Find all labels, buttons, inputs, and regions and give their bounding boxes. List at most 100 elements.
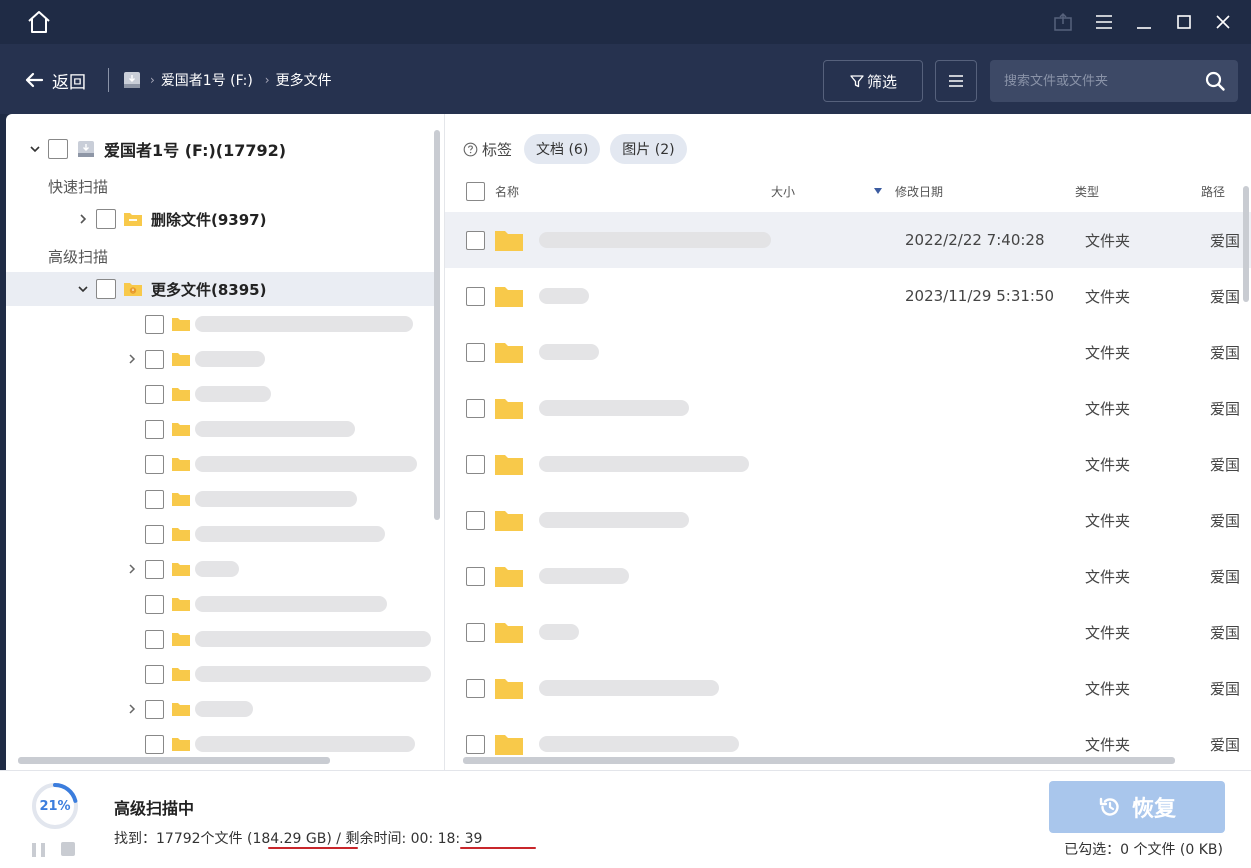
row-checkbox[interactable] (466, 454, 485, 474)
column-path[interactable]: 路径 (1201, 176, 1225, 206)
help-icon[interactable] (463, 142, 478, 157)
chevron-right-icon[interactable] (125, 352, 139, 366)
file-row[interactable]: 文件夹 爱国 (445, 324, 1251, 380)
tree-subfolder-row[interactable] (6, 412, 434, 446)
view-mode-button[interactable] (935, 60, 977, 102)
subfolder-checkbox[interactable] (145, 629, 164, 649)
file-row[interactable]: 2022/2/22 7:40:28 文件夹 爱国 (445, 212, 1251, 268)
tree-subfolder-row[interactable] (6, 307, 434, 341)
file-row[interactable]: 文件夹 爱国 (445, 492, 1251, 548)
red-underline-annotation (460, 847, 536, 849)
subfolder-checkbox[interactable] (145, 559, 164, 579)
subfolder-checkbox[interactable] (145, 734, 164, 754)
search-input[interactable] (1004, 60, 1194, 102)
breadcrumb-drive[interactable]: 爱国者1号 (F:) (161, 70, 253, 90)
row-checkbox[interactable] (466, 622, 485, 642)
tree-subfolder-row[interactable] (6, 657, 434, 691)
tree-subfolder-row[interactable] (6, 342, 434, 376)
subfolder-checkbox[interactable] (145, 419, 164, 439)
menu-icon[interactable] (1093, 11, 1115, 33)
maximize-icon[interactable] (1173, 11, 1195, 33)
tree-subfolder-row[interactable] (6, 482, 434, 516)
row-path: 爱国 (1210, 231, 1241, 250)
file-row[interactable]: 文件夹 爱国 (445, 548, 1251, 604)
tree-horizontal-scrollbar[interactable] (18, 757, 330, 764)
column-name[interactable]: 名称 (495, 183, 519, 200)
subfolder-checkbox[interactable] (145, 594, 164, 614)
row-checkbox[interactable] (466, 230, 485, 250)
column-modified[interactable]: 修改日期 (873, 176, 943, 206)
recover-button[interactable]: 恢复 (1049, 781, 1225, 833)
pause-icon[interactable] (30, 842, 48, 858)
tree-item-more-files[interactable]: 更多文件(8395) (6, 272, 434, 306)
file-list-horizontal-scrollbar[interactable] (463, 757, 1175, 764)
chevron-right-icon[interactable] (125, 562, 139, 576)
row-checkbox[interactable] (466, 566, 485, 586)
deleted-files-checkbox[interactable] (96, 209, 116, 229)
tree-subfolder-row[interactable] (6, 622, 434, 656)
tree-item-drive[interactable]: 爱国者1号 (F:)(17792) (6, 132, 434, 166)
chevron-down-icon[interactable] (28, 142, 42, 156)
title-bar (0, 0, 1251, 44)
chevron-right-icon[interactable] (125, 702, 139, 716)
tag-chip-documents[interactable]: 文档 (6) (524, 134, 601, 164)
folder-icon (172, 528, 190, 541)
scan-stats: 找到：17792个文件 (184.29 GB) / 剩余时间: 00: 18: … (114, 828, 482, 848)
file-row[interactable]: 2023/11/29 5:31:50 文件夹 爱国 (445, 268, 1251, 324)
file-row[interactable]: 文件夹 爱国 (445, 660, 1251, 716)
subfolder-checkbox[interactable] (145, 489, 164, 509)
subfolder-checkbox[interactable] (145, 699, 164, 719)
subfolder-checkbox[interactable] (145, 314, 164, 334)
subfolder-checkbox[interactable] (145, 384, 164, 404)
tree-item-deleted-files[interactable]: 删除文件(9397) (6, 202, 434, 236)
select-all-header: 名称 (466, 176, 519, 206)
row-checkbox[interactable] (466, 734, 485, 754)
file-row[interactable]: 文件夹 爱国 (445, 604, 1251, 660)
recover-label: 恢复 (1131, 797, 1176, 822)
tree-subfolder-row[interactable] (6, 552, 434, 586)
file-row[interactable]: 文件夹 爱国 (445, 436, 1251, 492)
subfolder-checkbox[interactable] (145, 664, 164, 684)
select-all-checkbox[interactable] (466, 181, 485, 201)
scan-status-footer: 21% 高级扫描中 找到：17792个文件 (184.29 GB) / 剩余时间… (0, 770, 1251, 868)
breadcrumb-current[interactable]: 更多文件 (276, 70, 332, 90)
tree-subfolder-row[interactable] (6, 587, 434, 621)
tree-subfolder-row[interactable] (6, 517, 434, 551)
close-icon[interactable] (1212, 11, 1234, 33)
chevron-right-icon[interactable] (76, 212, 90, 226)
home-icon[interactable] (26, 10, 52, 34)
stop-icon[interactable] (61, 842, 75, 856)
row-checkbox[interactable] (466, 342, 485, 362)
redacted-name (195, 386, 271, 402)
chevron-down-icon[interactable] (76, 282, 90, 296)
file-row[interactable]: 文件夹 爱国 (445, 380, 1251, 436)
tree-subfolder-row[interactable] (6, 692, 434, 726)
more-files-checkbox[interactable] (96, 279, 116, 299)
subfolder-checkbox[interactable] (145, 454, 164, 474)
tag-chip-images[interactable]: 图片 (2) (610, 134, 687, 164)
folder-icon (172, 388, 190, 401)
row-checkbox[interactable] (466, 678, 485, 698)
found-count: 找到：17792个文件 (114, 831, 247, 847)
tree-subfolder-row[interactable] (6, 727, 434, 761)
column-type[interactable]: 类型 (1075, 176, 1099, 206)
row-checkbox[interactable] (466, 398, 485, 418)
filter-button[interactable]: 筛选 (823, 60, 923, 102)
subfolder-checkbox[interactable] (145, 524, 164, 544)
row-checkbox[interactable] (466, 286, 485, 306)
column-size[interactable]: 大小 (771, 176, 795, 206)
subfolder-checkbox[interactable] (145, 349, 164, 369)
redacted-name (195, 596, 387, 612)
file-list-vertical-scrollbar[interactable] (1243, 186, 1249, 302)
tree-subfolder-row[interactable] (6, 447, 434, 481)
back-button[interactable]: 返回 (24, 68, 86, 93)
minimize-icon[interactable] (1133, 11, 1155, 33)
tree-subfolder-row[interactable] (6, 377, 434, 411)
redacted-name (539, 232, 771, 248)
drive-checkbox[interactable] (48, 139, 68, 159)
search-icon[interactable] (1204, 70, 1226, 92)
filter-icon (850, 75, 864, 88)
share-icon[interactable] (1052, 11, 1074, 33)
tree-vertical-scrollbar[interactable] (434, 130, 440, 520)
row-checkbox[interactable] (466, 510, 485, 530)
